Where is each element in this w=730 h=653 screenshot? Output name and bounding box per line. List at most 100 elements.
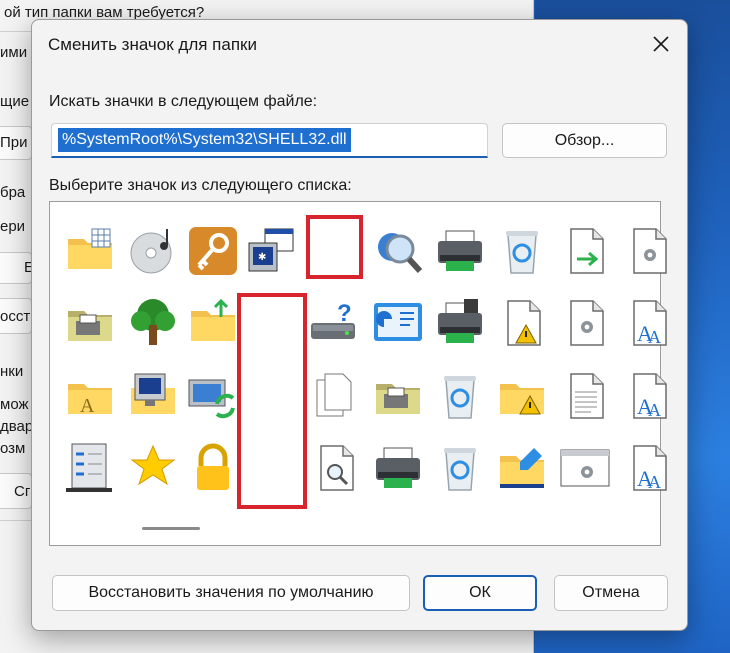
bg-text: ери bbox=[0, 218, 26, 235]
recycle-bin-empty-icon bbox=[444, 448, 476, 491]
bg-text: щие bbox=[0, 93, 30, 110]
recycle-bin-full-icon bbox=[444, 376, 476, 419]
printer-fax-icon bbox=[438, 299, 482, 343]
file-path-value: %SystemRoot%\System32\SHELL32.dll bbox=[58, 128, 351, 152]
horizontal-scrollbar[interactable] bbox=[142, 527, 200, 530]
cancel-button[interactable]: Отмена bbox=[554, 575, 668, 611]
icon-cell[interactable] bbox=[304, 437, 366, 499]
printer-icon bbox=[438, 230, 482, 271]
computer-window-icon: ✱ bbox=[248, 228, 294, 272]
icon-cell[interactable]: AA bbox=[617, 365, 679, 427]
drive-question-icon: ? bbox=[311, 300, 355, 339]
icon-list[interactable]: ✱? A A A A A A A bbox=[49, 201, 667, 546]
folder-warning-icon bbox=[500, 384, 544, 415]
svg-text:A: A bbox=[648, 400, 661, 420]
svg-text:✱: ✱ bbox=[258, 252, 266, 263]
svg-text:A: A bbox=[648, 472, 661, 492]
icon-cell[interactable] bbox=[617, 220, 679, 282]
tree-icon bbox=[131, 299, 175, 345]
text-file-icon bbox=[570, 373, 604, 419]
red-highlight-box bbox=[237, 293, 307, 509]
gear-file-icon bbox=[633, 228, 667, 274]
icon-cell[interactable] bbox=[429, 220, 491, 282]
icon-cell[interactable] bbox=[367, 292, 429, 354]
control-panel-icon bbox=[374, 303, 422, 341]
close-button[interactable] bbox=[649, 32, 673, 56]
icon-cell[interactable] bbox=[554, 365, 616, 427]
font-file-icon: AA bbox=[633, 300, 667, 347]
icon-cell[interactable] bbox=[182, 220, 244, 282]
ok-button[interactable]: ОК bbox=[423, 575, 537, 611]
bg-text: озм bbox=[0, 440, 26, 457]
bg-text: ими bbox=[0, 44, 28, 61]
icon-cell[interactable] bbox=[367, 437, 429, 499]
copy-files-icon bbox=[316, 373, 352, 417]
bg-text: Сг bbox=[14, 483, 31, 500]
folder-grid-icon bbox=[68, 228, 112, 269]
settings-window-icon bbox=[560, 449, 610, 487]
icon-cell[interactable] bbox=[554, 220, 616, 282]
icon-cell[interactable] bbox=[554, 437, 616, 499]
icon-cell[interactable] bbox=[59, 292, 121, 354]
folder-up-icon bbox=[191, 298, 235, 341]
icon-cell[interactable] bbox=[367, 220, 429, 282]
icon-cell[interactable] bbox=[429, 437, 491, 499]
icon-cell[interactable] bbox=[122, 292, 184, 354]
font-file-icon: AA bbox=[633, 373, 667, 420]
lock-icon bbox=[197, 443, 229, 490]
gear-file-icon bbox=[570, 300, 604, 346]
icon-cell[interactable] bbox=[182, 292, 244, 354]
icon-cell[interactable]: AA bbox=[617, 292, 679, 354]
font-file-icon: AA bbox=[633, 445, 667, 492]
icon-list-label: Выберите значок из следующего списка: bbox=[49, 177, 352, 194]
computer-folder-icon bbox=[131, 373, 175, 414]
icon-cell[interactable] bbox=[491, 437, 553, 499]
icon-cell[interactable]: ✱ bbox=[240, 220, 302, 282]
svg-text:A: A bbox=[80, 395, 95, 417]
file-label: Искать значки в следующем файле: bbox=[49, 93, 318, 110]
icon-cell[interactable] bbox=[367, 365, 429, 427]
icon-cell[interactable] bbox=[59, 437, 121, 499]
file-warning-icon bbox=[507, 300, 541, 346]
icon-cell[interactable] bbox=[182, 437, 244, 499]
svg-text:?: ? bbox=[337, 300, 352, 327]
bg-text: бра bbox=[0, 184, 26, 201]
file-path-field[interactable]: %SystemRoot%\System32\SHELL32.dll bbox=[51, 123, 488, 158]
cd-music-icon bbox=[130, 229, 172, 274]
recycle-bin-icon bbox=[506, 231, 538, 274]
change-folder-icon-dialog: Сменить значок для папки Искать значки в… bbox=[31, 19, 688, 631]
svg-text:A: A bbox=[648, 327, 661, 347]
icon-cell[interactable] bbox=[59, 220, 121, 282]
folder-edit-icon bbox=[500, 448, 544, 488]
star-icon bbox=[130, 444, 176, 486]
server-icon bbox=[66, 443, 112, 492]
key-icon bbox=[189, 227, 237, 275]
icon-cell[interactable] bbox=[429, 365, 491, 427]
bg-text: При bbox=[0, 134, 28, 151]
icon-cell[interactable] bbox=[304, 365, 366, 427]
restore-defaults-button[interactable]: Восстановить значения по умолчанию bbox=[52, 575, 410, 611]
monitor-sync-icon bbox=[188, 379, 235, 419]
file-search-icon bbox=[320, 445, 354, 491]
icon-cell[interactable] bbox=[491, 292, 553, 354]
icon-cell[interactable]: AA bbox=[617, 437, 679, 499]
icon-cell[interactable] bbox=[182, 365, 244, 427]
close-icon bbox=[653, 36, 669, 52]
icon-cell[interactable] bbox=[491, 220, 553, 282]
magnifier-globe-icon bbox=[378, 233, 423, 274]
printer-icon bbox=[376, 447, 420, 488]
icon-cell[interactable] bbox=[554, 292, 616, 354]
bg-text: мож bbox=[0, 396, 29, 413]
printer-folder-icon bbox=[68, 311, 112, 341]
icon-cell[interactable]: ? bbox=[304, 292, 366, 354]
icon-cell[interactable] bbox=[122, 365, 184, 427]
icon-cell[interactable] bbox=[122, 220, 184, 282]
browse-button[interactable]: Обзор... bbox=[502, 123, 667, 158]
file-arrow-icon bbox=[570, 228, 604, 274]
red-highlight-box bbox=[306, 215, 363, 279]
icon-cell[interactable] bbox=[429, 292, 491, 354]
dialog-title: Сменить значок для папки bbox=[48, 35, 257, 54]
icon-cell[interactable] bbox=[491, 365, 553, 427]
icon-cell[interactable] bbox=[122, 437, 184, 499]
icon-cell[interactable]: A bbox=[59, 365, 121, 427]
